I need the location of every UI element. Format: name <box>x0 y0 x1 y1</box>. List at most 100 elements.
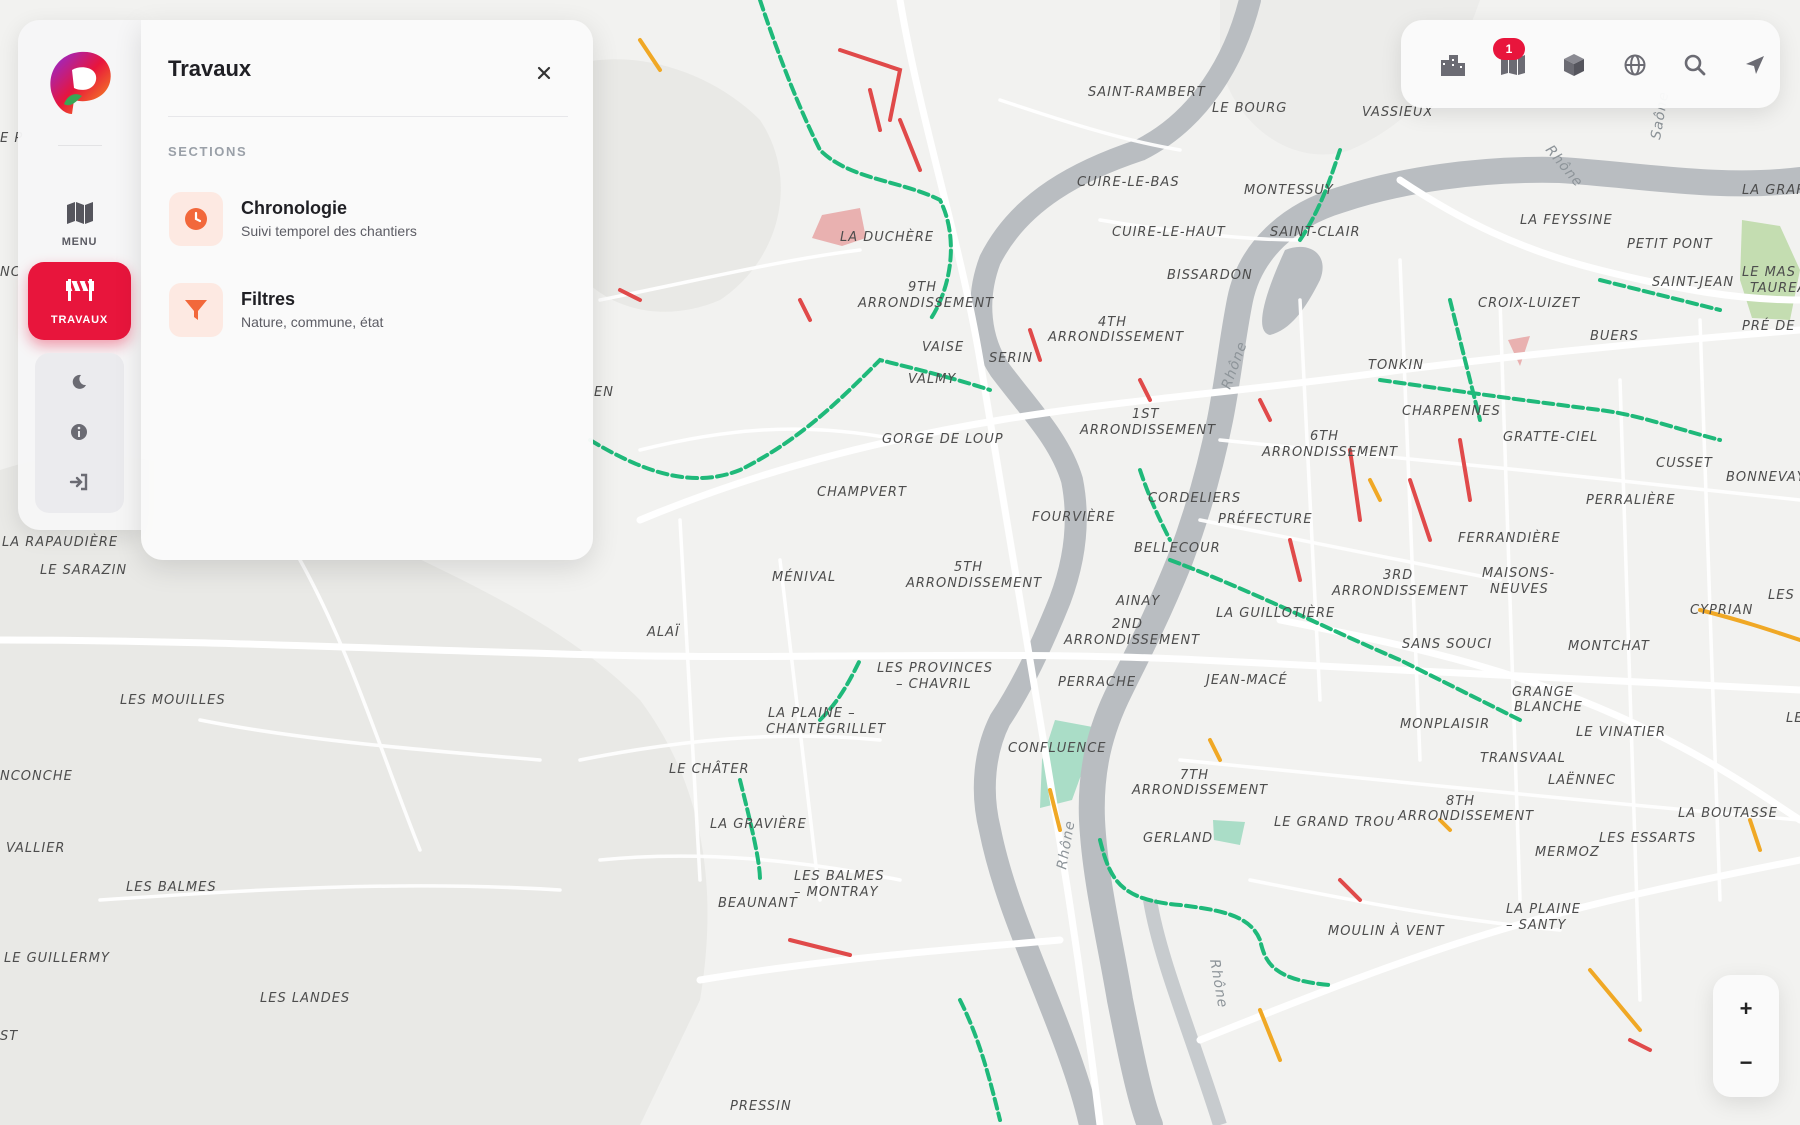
chronologie-item[interactable]: Chronologie Suivi temporel des chantiers <box>169 188 559 252</box>
place-label: PERRACHE <box>1058 675 1136 690</box>
place-label: ARRONDISSEMENT <box>1397 809 1534 824</box>
place-label: GRANGE <box>1512 685 1574 700</box>
rail-tools-group <box>35 353 124 513</box>
place-label: CYPRIAN <box>1690 603 1753 618</box>
rail-divider <box>58 145 102 146</box>
place-label: TONKIN <box>1368 358 1424 373</box>
item-subtitle: Suivi temporel des chantiers <box>241 223 417 239</box>
place-label: ST <box>0 1029 18 1044</box>
place-label: LE SARAZIN <box>40 563 127 578</box>
info-icon[interactable] <box>64 417 94 447</box>
place-label: CUSSET <box>1656 456 1713 471</box>
place-label: SANS SOUCI <box>1402 637 1492 652</box>
place-label: NEUVES <box>1490 582 1549 597</box>
app-logo-icon[interactable] <box>42 44 118 120</box>
item-title: Chronologie <box>241 198 347 218</box>
place-label: VAISE <box>922 340 964 355</box>
place-label: PRÉFECTURE <box>1218 511 1313 527</box>
panel-divider <box>168 116 568 117</box>
place-label: LE BOURG <box>1212 101 1287 116</box>
place-label: 5TH <box>954 560 983 575</box>
place-label: LA PLAINE <box>1506 902 1581 917</box>
clock-icon <box>169 192 223 246</box>
place-label: BEAUNANT <box>718 896 798 911</box>
place-label: MERMOZ <box>1535 845 1600 860</box>
place-label: CUIRE-LE-BAS <box>1077 175 1180 190</box>
place-label: ARRONDISSEMENT <box>857 296 994 311</box>
place-label: MONPLAISIR <box>1400 717 1490 732</box>
place-label: PRÉ DE L <box>1742 318 1800 334</box>
place-label: LES PROVINCES <box>877 661 993 676</box>
place-label: LA GUILLOTIÈRE <box>1216 605 1335 621</box>
place-label: LA GRAVIÈRE <box>710 816 807 832</box>
zoom-controls: + − <box>1713 975 1779 1097</box>
place-label: BUERS <box>1590 329 1639 344</box>
place-label: LES MOUILLES <box>120 693 226 708</box>
travaux-panel: Travaux SECTIONS Chronologie Suivi tempo… <box>141 20 593 560</box>
menu-button[interactable]: MENU <box>28 185 131 263</box>
travaux-button[interactable]: TRAVAUX <box>28 262 131 340</box>
place-label: MOULIN À VENT <box>1328 923 1445 939</box>
location-arrow-icon[interactable] <box>1739 49 1771 81</box>
zoom-in-button[interactable]: + <box>1713 981 1779 1037</box>
place-label: BLANCHE <box>1514 700 1583 715</box>
place-label: LE MAS DU <box>1742 265 1800 280</box>
place-label: MONTESSUY <box>1244 183 1334 198</box>
place-label: LA GRAF <box>1742 183 1800 198</box>
place-label: AINAY <box>1115 594 1160 609</box>
buildings-icon[interactable] <box>1437 49 1469 81</box>
place-label: LE CHÂTER <box>669 761 750 777</box>
place-label: LES BRO <box>1768 588 1800 603</box>
left-rail: MENU TRAVAUX <box>18 20 141 530</box>
place-label: – SANTY <box>1506 918 1566 933</box>
place-label: 2ND <box>1112 617 1143 632</box>
menu-label: MENU <box>61 235 98 248</box>
cube-icon[interactable] <box>1558 49 1590 81</box>
place-label: MAISONS- <box>1482 566 1555 581</box>
place-label: LE VINATIER <box>1576 725 1666 740</box>
place-label: LES ESSARTS <box>1599 831 1696 846</box>
place-label: ARRONDISSEMENT <box>905 576 1042 591</box>
place-label: ARRONDISSEMENT <box>1079 423 1216 438</box>
place-label: SERIN <box>989 351 1033 366</box>
place-label: GERLAND <box>1143 831 1213 846</box>
place-label: FOURVIÈRE <box>1032 509 1115 525</box>
zoom-out-button[interactable]: − <box>1713 1035 1779 1091</box>
place-label: NCONCHE <box>0 769 73 784</box>
place-label: VALLIER <box>6 841 65 856</box>
item-title: Filtres <box>241 289 296 309</box>
map-toolbar <box>1401 20 1780 108</box>
place-label: CHANTEGRILLET <box>766 722 886 737</box>
moon-icon[interactable] <box>64 367 94 397</box>
globe-icon[interactable] <box>1619 49 1651 81</box>
place-label: 9TH <box>908 280 937 295</box>
place-label: MONTCHAT <box>1568 639 1650 654</box>
place-label: GRATTE-CIEL <box>1503 430 1598 445</box>
place-label: PRESSIN <box>730 1099 792 1114</box>
place-label: LA DUCHÈRE <box>840 229 934 245</box>
place-label: PERRALIÈRE <box>1586 492 1676 508</box>
place-label: – MONTRAY <box>794 885 879 900</box>
filtres-item[interactable]: Filtres Nature, commune, état <box>169 279 559 343</box>
place-label: CHARPENNES <box>1402 404 1501 419</box>
place-label: PETIT PONT <box>1627 237 1713 252</box>
place-label: SAINT-CLAIR <box>1270 225 1361 240</box>
place-label: TAUREAU <box>1750 281 1800 296</box>
place-label: SAINT-JEAN <box>1652 275 1734 290</box>
place-label: 4TH <box>1098 315 1127 330</box>
place-label: CUIRE-LE-HAUT <box>1112 225 1226 240</box>
place-label: TRANSVAAL <box>1480 751 1566 766</box>
close-icon[interactable] <box>529 58 559 88</box>
place-label: FERRANDIÈRE <box>1458 530 1561 546</box>
place-label: ALAÏ <box>646 624 681 640</box>
place-label: LE <box>1786 711 1800 726</box>
place-label: ARRONDISSEMENT <box>1047 330 1184 345</box>
place-label: GORGE DE LOUP <box>882 432 1004 447</box>
place-label: VALMY <box>908 372 956 387</box>
sign-in-icon[interactable] <box>64 467 94 497</box>
place-label: LES BALMES <box>794 869 885 884</box>
search-icon[interactable] <box>1679 49 1711 81</box>
place-label: ARRONDISSEMENT <box>1261 445 1398 460</box>
place-label: BELLECOUR <box>1134 541 1221 556</box>
place-label: 3RD <box>1383 568 1413 583</box>
